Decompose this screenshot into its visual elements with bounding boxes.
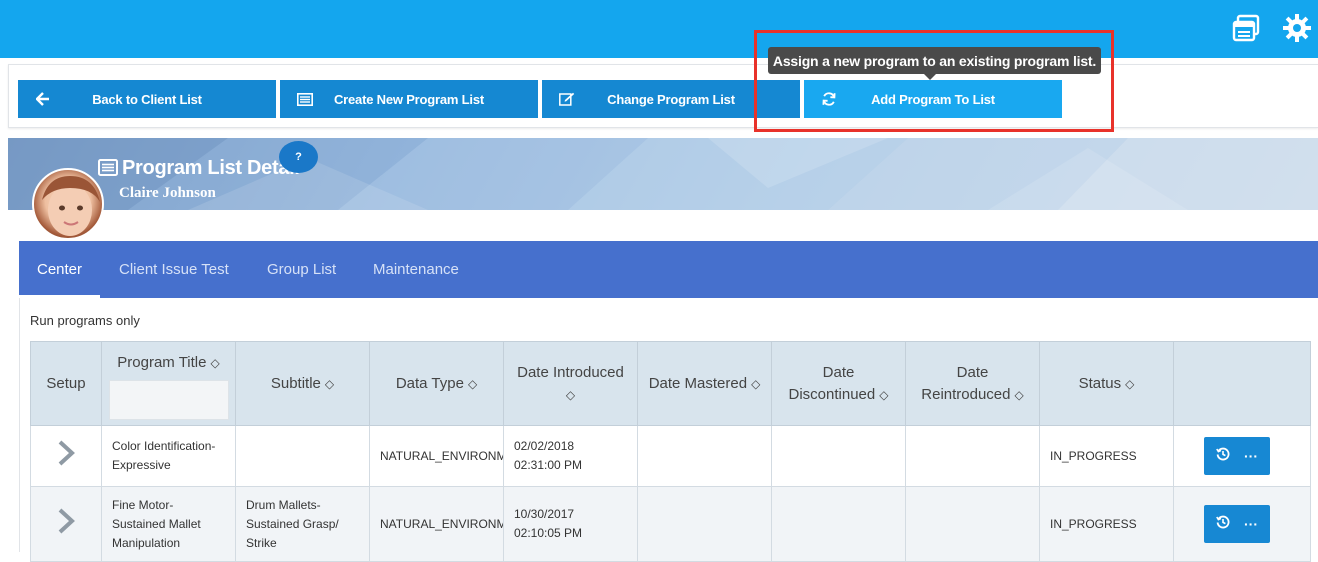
avatar: [32, 168, 104, 240]
table-row[interactable]: Color Identification- Expressive NATURAL_…: [30, 425, 1311, 487]
more-icon: ···: [1244, 515, 1258, 532]
col-data-type[interactable]: Data Type ◇: [369, 341, 504, 426]
cell-line: 02/02/2018: [514, 439, 575, 453]
cell-line: Sustained Mallet: [112, 516, 201, 531]
tab-group-list[interactable]: Group List: [267, 241, 336, 298]
tab-bar: Center Client Issue Test Group List Main…: [18, 241, 1318, 298]
col-date-reintroduced[interactable]: Date Reintroduced ◇: [905, 341, 1040, 426]
col-date-discontinued[interactable]: Date Discontinued ◇: [771, 341, 906, 426]
program-table: Setup Program Title ◇ Subtitle ◇ Data Type…: [30, 341, 1311, 562]
row-action-button[interactable]: ···: [1204, 505, 1270, 543]
arrow-left-icon: [34, 91, 52, 107]
subtitle-cell: [235, 425, 370, 487]
col-date-mastered[interactable]: Date Mastered ◇: [637, 341, 772, 426]
col-program-title[interactable]: Program Title ◇: [101, 341, 236, 426]
highlight-box: [754, 30, 1114, 132]
cell-line: Fine Motor-: [112, 497, 174, 512]
sort-icon[interactable]: ◇: [751, 377, 760, 391]
cell-line: Drum Mallets-: [246, 497, 321, 512]
expand-chevron-icon[interactable]: [30, 486, 102, 562]
col-label: Date: [956, 363, 989, 381]
sort-icon[interactable]: ◇: [325, 377, 334, 391]
date-mastered-cell: [637, 425, 772, 487]
tab-maintenance[interactable]: Maintenance: [373, 241, 459, 298]
sort-icon[interactable]: ◇: [1015, 388, 1024, 402]
list-icon: [296, 91, 314, 107]
sort-icon[interactable]: ◇: [1125, 377, 1134, 391]
tab-center[interactable]: Center: [18, 241, 101, 298]
cell-line: 02:10:05 PM: [514, 526, 583, 540]
button-label: Create New Program List: [333, 91, 484, 107]
back-to-client-list-button[interactable]: Back to Client List: [18, 80, 276, 118]
col-label: Reintroduced: [921, 385, 1011, 403]
program-title-filter-input[interactable]: [108, 379, 229, 420]
history-icon: [1216, 447, 1230, 466]
edit-icon: [558, 91, 576, 107]
top-bar: [0, 0, 1318, 58]
cell-line: Strike: [246, 535, 277, 550]
col-label: Date: [822, 363, 855, 381]
window-icon[interactable]: [1230, 12, 1262, 44]
col-label: Discontinued: [788, 385, 876, 403]
list-icon: [98, 159, 118, 177]
col-label: Status: [1078, 374, 1122, 392]
client-name: Claire Johnson: [119, 185, 216, 201]
row-actions-cell: ···: [1173, 425, 1311, 487]
help-button[interactable]: ?: [279, 141, 318, 173]
action-toolbar: Back to Client List Create New Program L…: [8, 64, 1318, 128]
cell-line: Color Identification-: [112, 439, 216, 453]
program-title-cell: Fine Motor- Sustained Mallet Manipulation: [101, 486, 236, 562]
col-label: Data Type: [395, 374, 464, 392]
more-icon: ···: [1244, 447, 1258, 464]
gear-icon[interactable]: [1281, 12, 1313, 44]
col-label: Setup: [46, 374, 86, 392]
create-new-program-list-button[interactable]: Create New Program List: [280, 80, 538, 118]
status-cell: IN_PROGRESS: [1039, 425, 1174, 487]
date-reintroduced-cell: [905, 425, 1040, 487]
date-introduced-cell: 02/02/2018 02:31:00 PM: [503, 425, 638, 487]
col-label: Date Introduced: [517, 363, 624, 381]
col-status[interactable]: Status ◇: [1039, 341, 1174, 426]
history-icon: [1216, 515, 1230, 534]
col-label: Program Title: [117, 353, 207, 371]
row-actions-cell: ···: [1173, 486, 1311, 562]
cell-line: 02:31:00 PM: [514, 458, 583, 472]
sort-icon[interactable]: ◇: [468, 377, 477, 391]
run-programs-only-label[interactable]: Run programs only: [30, 313, 140, 328]
col-actions: [1173, 341, 1311, 426]
button-label: Back to Client List: [92, 91, 202, 107]
status-cell: IN_PROGRESS: [1039, 486, 1174, 562]
date-reintroduced-cell: [905, 486, 1040, 562]
sort-icon[interactable]: ◇: [879, 388, 888, 402]
sort-icon[interactable]: ◇: [566, 388, 575, 402]
col-label: Subtitle: [270, 374, 321, 392]
col-subtitle[interactable]: Subtitle ◇: [235, 341, 370, 426]
date-discontinued-cell: [771, 425, 906, 487]
row-action-button[interactable]: ···: [1204, 437, 1270, 475]
col-date-introduced[interactable]: Date Introduced ◇: [503, 341, 638, 426]
date-introduced-cell: 10/30/2017 02:10:05 PM: [503, 486, 638, 562]
table-row[interactable]: Fine Motor- Sustained Mallet Manipulation …: [30, 486, 1311, 562]
col-label: Date Mastered: [648, 374, 748, 392]
cell-line: Sustained Grasp/: [246, 516, 339, 531]
col-setup: Setup: [30, 341, 102, 426]
date-discontinued-cell: [771, 486, 906, 562]
data-type-cell: NATURAL_ENVIRONMENT: [369, 486, 504, 562]
expand-chevron-icon[interactable]: [30, 425, 102, 487]
cell-line: 10/30/2017: [514, 507, 575, 521]
sort-icon[interactable]: ◇: [210, 356, 219, 370]
data-type-cell: NATURAL_ENVIRONMENT: [369, 425, 504, 487]
button-label: Change Program List: [607, 91, 735, 107]
date-mastered-cell: [637, 486, 772, 562]
program-title-cell: Color Identification- Expressive: [101, 425, 236, 487]
cell-line: Expressive: [112, 458, 171, 472]
table-header-row: Setup Program Title ◇ Subtitle ◇ Data Type…: [30, 341, 1311, 426]
page-title: Program List Detail: [122, 157, 300, 179]
cell-line: Manipulation: [112, 535, 181, 550]
subtitle-cell: Drum Mallets- Sustained Grasp/Strike: [235, 486, 370, 562]
tab-client-issue-test[interactable]: Client Issue Test: [119, 241, 229, 298]
